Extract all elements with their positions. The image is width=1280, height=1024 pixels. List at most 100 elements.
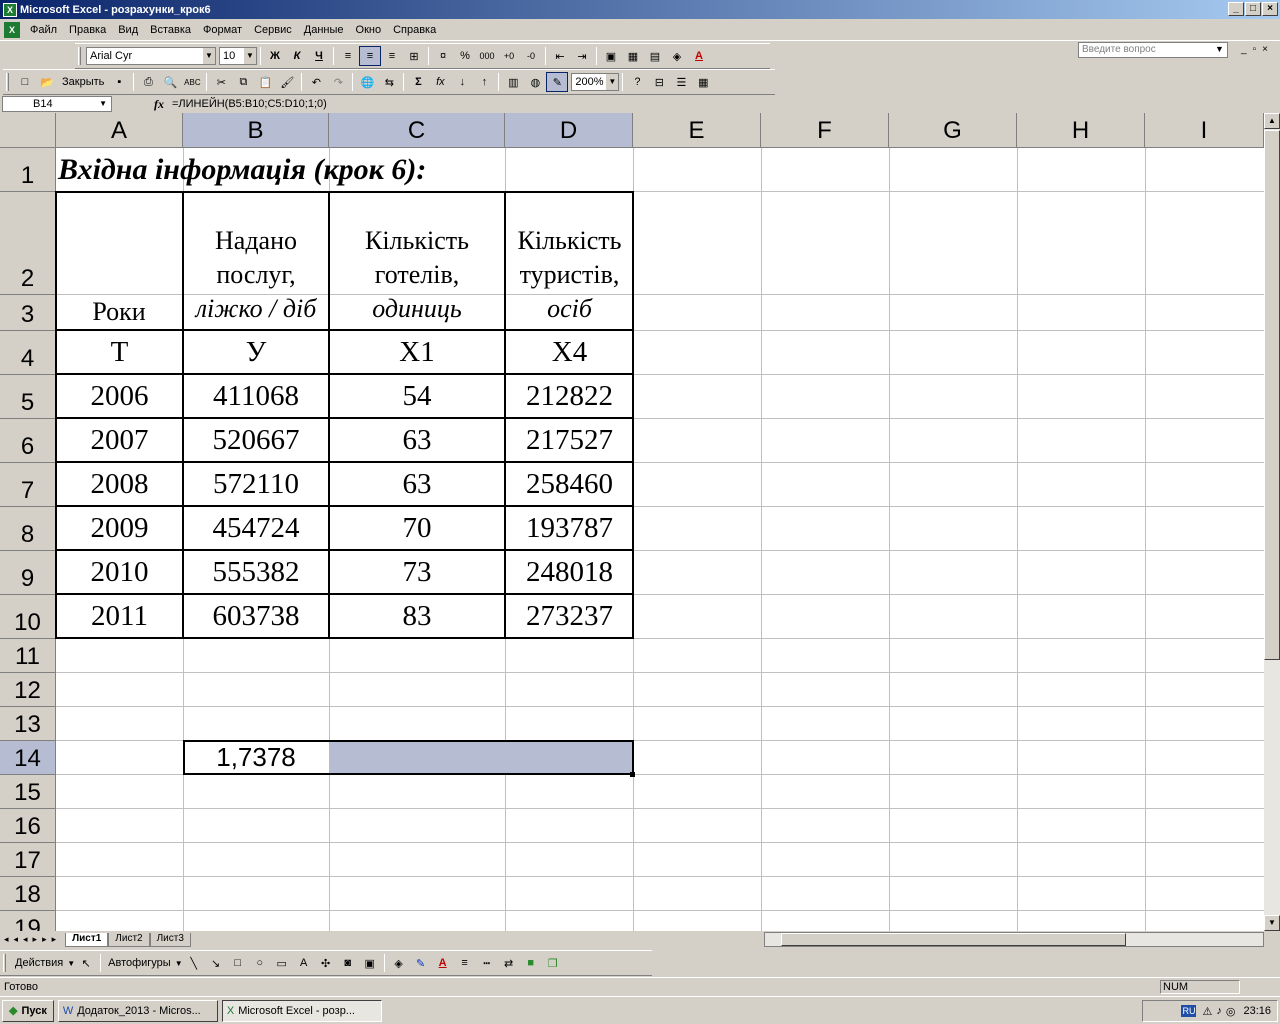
header-years[interactable]: Роки bbox=[58, 295, 180, 328]
wordart-icon[interactable]: A bbox=[293, 953, 315, 973]
spreadsheet-grid[interactable]: A B C D E F G H I 1 2 3 4 5 6 7 8 9 10 1… bbox=[0, 113, 1264, 931]
row-header-18[interactable]: 18 bbox=[0, 877, 56, 911]
data-cell[interactable]: 217527 bbox=[507, 420, 632, 460]
fill-color-icon[interactable]: ◈ bbox=[388, 953, 410, 973]
data-cell[interactable]: 555382 bbox=[185, 552, 327, 592]
decrease-decimal-icon[interactable]: -0 bbox=[520, 46, 542, 66]
font-color-icon[interactable]: A bbox=[432, 953, 454, 973]
row-header-13[interactable]: 13 bbox=[0, 707, 56, 741]
increase-decimal-icon[interactable]: +0 bbox=[498, 46, 520, 66]
chevron-down-icon[interactable]: ▼ bbox=[99, 97, 107, 111]
excel-app-icon[interactable]: X bbox=[3, 2, 17, 17]
oval-icon[interactable]: ○ bbox=[249, 953, 271, 973]
header-services[interactable]: Надано послуг, ліжко / діб bbox=[185, 193, 327, 328]
vertical-scrollbar[interactable]: ▲ ▼ bbox=[1264, 113, 1280, 931]
calculator-icon[interactable]: ▦ bbox=[692, 72, 714, 92]
horizontal-scrollbar[interactable] bbox=[764, 932, 1264, 947]
percent-button[interactable]: % bbox=[454, 46, 476, 66]
data-cell[interactable]: 2010 bbox=[58, 552, 181, 592]
redo-icon[interactable]: ↷ bbox=[327, 72, 349, 92]
align-left-icon[interactable]: ≡ bbox=[337, 46, 359, 66]
column-header-e[interactable]: E bbox=[633, 113, 761, 148]
chevron-down-icon[interactable]: ▼ bbox=[606, 74, 619, 90]
open-folder-icon[interactable]: 📂 bbox=[36, 72, 58, 92]
underline-button[interactable]: Ч bbox=[308, 46, 330, 66]
ask-dropdown-icon[interactable]: ▼ bbox=[1215, 44, 1224, 54]
data-cell[interactable]: 193787 bbox=[507, 508, 632, 548]
increase-indent-icon[interactable]: ⇥ bbox=[571, 46, 593, 66]
data-cell[interactable]: 520667 bbox=[185, 420, 327, 460]
save-icon[interactable]: ▪ bbox=[108, 72, 130, 92]
row-header-10[interactable]: 10 bbox=[0, 595, 56, 639]
chart-wizard-icon[interactable]: ▥ bbox=[502, 72, 524, 92]
result-cell-b14[interactable]: 1,7378 bbox=[185, 742, 327, 773]
map-icon[interactable]: ◍ bbox=[524, 72, 546, 92]
data-cell[interactable]: 70 bbox=[331, 508, 503, 548]
data-cell[interactable]: 411068 bbox=[185, 376, 327, 416]
fill-color-icon[interactable]: ◈ bbox=[666, 46, 688, 66]
row-header-9[interactable]: 9 bbox=[0, 551, 56, 595]
line-style-icon[interactable]: ≡ bbox=[454, 953, 476, 973]
draw-actions-menu[interactable]: Действия bbox=[11, 957, 67, 969]
picture-icon[interactable]: ▣ bbox=[359, 953, 381, 973]
research-icon[interactable]: ⇆ bbox=[378, 72, 400, 92]
row-header-11[interactable]: 11 bbox=[0, 639, 56, 673]
header-hotels[interactable]: Кількість готелів, одиниць bbox=[331, 193, 503, 328]
network-icon[interactable]: ⚠ bbox=[1202, 1005, 1212, 1018]
ask-question-input[interactable]: Введите вопрос bbox=[1078, 42, 1228, 58]
row-header-1[interactable]: 1 bbox=[0, 148, 56, 192]
data-cell[interactable]: 2006 bbox=[58, 376, 181, 416]
font-color-icon[interactable]: A bbox=[688, 46, 710, 66]
menu-view[interactable]: Вид bbox=[112, 24, 144, 36]
document-window-buttons[interactable]: _▫× bbox=[1241, 44, 1274, 55]
column-header-a[interactable]: A bbox=[56, 113, 183, 148]
data-cell[interactable]: 73 bbox=[331, 552, 503, 592]
row-header-15[interactable]: 15 bbox=[0, 775, 56, 809]
symbol-cell[interactable]: Х1 bbox=[331, 332, 503, 372]
data-cell[interactable]: 572110 bbox=[185, 464, 327, 504]
print-icon[interactable]: ⎙ bbox=[137, 72, 159, 92]
new-document-icon[interactable]: □ bbox=[14, 72, 36, 92]
bold-button[interactable]: Ж bbox=[264, 46, 286, 66]
close-file-button[interactable]: Закрыть bbox=[58, 76, 108, 88]
volume-icon[interactable]: ♪ bbox=[1216, 1005, 1222, 1017]
tab-sheet2[interactable]: Лист2 bbox=[108, 932, 150, 947]
help-icon[interactable]: ? bbox=[626, 72, 648, 92]
sort-ascending-icon[interactable]: ↓ bbox=[451, 72, 473, 92]
textbox-icon[interactable]: ▭ bbox=[271, 953, 293, 973]
line-color-icon[interactable]: ✎ bbox=[410, 953, 432, 973]
menu-edit[interactable]: Правка bbox=[63, 24, 112, 36]
task-word-document[interactable]: W Додаток_2013 - Micros... bbox=[57, 999, 218, 1022]
arrow-style-icon[interactable]: ⇄ bbox=[498, 953, 520, 973]
chevron-down-icon[interactable]: ▼ bbox=[203, 48, 215, 64]
data-cell[interactable]: 258460 bbox=[507, 464, 632, 504]
table-icon[interactable]: ▤ bbox=[644, 46, 666, 66]
chevron-down-icon[interactable]: ▼ bbox=[67, 959, 75, 968]
menu-insert[interactable]: Вставка bbox=[144, 24, 197, 36]
print-preview-icon[interactable]: 🔍 bbox=[159, 72, 181, 92]
row-header-4[interactable]: 4 bbox=[0, 331, 56, 375]
tray-icon[interactable]: ◎ bbox=[1226, 1005, 1236, 1018]
form-icon[interactable]: ⊟ bbox=[648, 72, 670, 92]
select-all-corner[interactable] bbox=[0, 113, 56, 148]
sort-descending-icon[interactable]: ↑ bbox=[473, 72, 495, 92]
chevron-down-icon[interactable]: ▼ bbox=[244, 48, 256, 64]
shadow-icon[interactable]: ■ bbox=[520, 953, 542, 973]
row-header-6[interactable]: 6 bbox=[0, 419, 56, 463]
column-header-d[interactable]: D bbox=[505, 113, 633, 148]
column-header-i[interactable]: I bbox=[1145, 113, 1264, 148]
row-header-3[interactable]: 3 bbox=[0, 295, 56, 331]
insert-function-icon[interactable]: fx bbox=[154, 97, 164, 112]
symbol-cell[interactable]: Т bbox=[58, 332, 181, 372]
row-header-5[interactable]: 5 bbox=[0, 375, 56, 419]
tab-sheet3[interactable]: Лист3 bbox=[149, 932, 191, 947]
column-header-b[interactable]: B bbox=[183, 113, 329, 148]
drawing-toggle-icon[interactable]: ✎ bbox=[546, 72, 569, 92]
header-tourists[interactable]: Кількість туристів, осіб bbox=[507, 193, 632, 328]
menu-window[interactable]: Окно bbox=[350, 24, 388, 36]
rectangle-icon[interactable]: □ bbox=[227, 953, 249, 973]
font-size-select[interactable]: 10 ▼ bbox=[219, 47, 257, 65]
currency-icon[interactable]: ¤ bbox=[432, 46, 454, 66]
task-excel[interactable]: X Microsoft Excel - розр... bbox=[221, 999, 382, 1022]
scroll-up-icon[interactable]: ▲ bbox=[1264, 113, 1280, 129]
